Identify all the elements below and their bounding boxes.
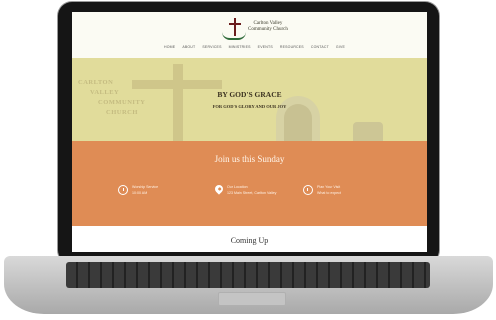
coming-up-section: Coming Up	[72, 226, 427, 252]
nav-about[interactable]: ABOUT	[182, 45, 195, 49]
sunday-section: Join us this Sunday Worship Service 10:0…	[72, 141, 427, 226]
info-value: 123 Main Street, Carlton Valley	[227, 191, 277, 195]
hero-title: BY GOD'S GRACE	[217, 90, 282, 99]
map-pin-icon	[213, 183, 225, 195]
logo-line-2: Community Church	[248, 27, 288, 32]
hero-cross-icon	[173, 64, 183, 141]
site-header: Carlton Valley Community Church HOME ABO…	[72, 12, 427, 58]
plan-visit[interactable]: Plan Your Visit What to expect	[303, 184, 341, 196]
service-location[interactable]: Our Location 123 Main Street, Carlton Va…	[213, 183, 277, 196]
nav-resources[interactable]: RESOURCES	[280, 45, 304, 49]
hero-cross-bar	[132, 80, 222, 89]
info-value: 10:00 AM	[132, 191, 148, 195]
hero-section: CARLTON VALLEY COMMUNITY CHURCH BY GOD'S…	[72, 58, 427, 141]
church-sign	[353, 122, 383, 141]
sunday-title: Join us this Sunday	[214, 154, 285, 164]
hero-bg-line: CARLTON	[78, 79, 114, 86]
laptop-trackpad	[218, 292, 286, 306]
nav-services[interactable]: SERVICES	[202, 45, 221, 49]
site-logo-text[interactable]: Carlton Valley Community Church	[248, 21, 288, 33]
hero-subtitle: FOR GOD'S GLORY AND OUR JOY	[212, 104, 287, 109]
nav-home[interactable]: HOME	[164, 45, 175, 49]
church-window-inner	[284, 104, 312, 141]
nav-contact[interactable]: CONTACT	[311, 45, 329, 49]
service-time[interactable]: Worship Service 10:00 AM	[118, 184, 158, 196]
nav-ministries[interactable]: MINISTRIES	[229, 45, 251, 49]
clock-icon	[118, 185, 128, 195]
laptop-keyboard	[66, 262, 430, 288]
alert-icon	[303, 185, 313, 195]
logo-arc-icon	[222, 32, 246, 40]
laptop-screen: Carlton Valley Community Church HOME ABO…	[72, 12, 427, 252]
main-nav: HOME ABOUT SERVICES MINISTRIES EVENTS RE…	[164, 45, 345, 49]
nav-events[interactable]: EVENTS	[258, 45, 273, 49]
coming-up-title: Coming Up	[230, 236, 269, 245]
hero-bg-line: CHURCH	[106, 109, 138, 116]
nav-give[interactable]: GIVE	[336, 45, 345, 49]
info-value: What to expect	[317, 191, 341, 195]
